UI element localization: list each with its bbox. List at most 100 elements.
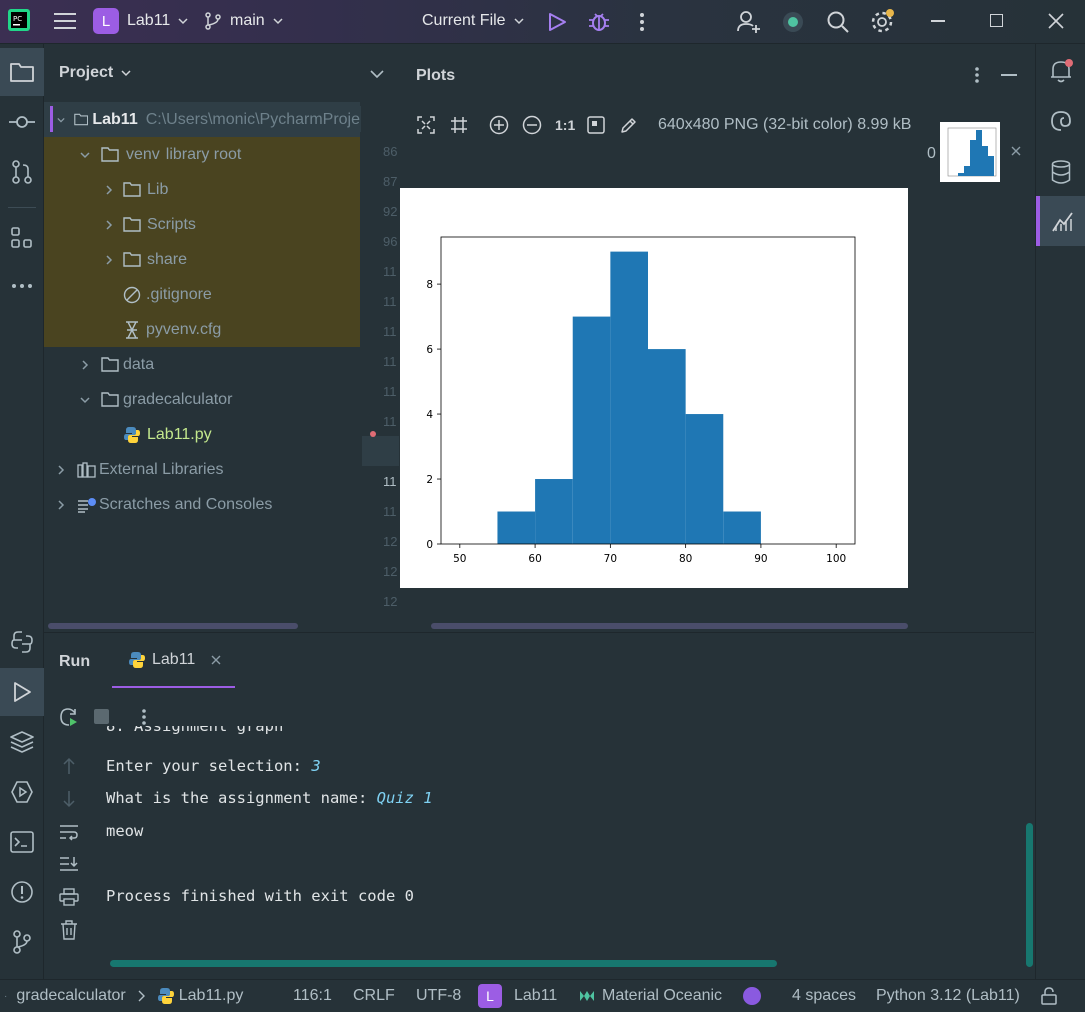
notifications-bell-icon[interactable]	[1049, 58, 1073, 84]
maximize-icon[interactable]	[990, 14, 1003, 27]
status-project[interactable]: L Lab11	[478, 980, 557, 1012]
git-icon[interactable]	[0, 918, 44, 966]
line-ending[interactable]: CRLF	[353, 980, 395, 1012]
project-tool-icon[interactable]	[0, 48, 44, 96]
debug-icon[interactable]	[588, 10, 610, 32]
close-plot-icon[interactable]	[1011, 146, 1021, 156]
file-encoding[interactable]: UTF-8	[416, 980, 461, 1012]
lock-icon[interactable]	[1041, 980, 1057, 1012]
ai-chat-icon[interactable]	[1050, 110, 1072, 132]
more-tools-icon[interactable]	[0, 262, 44, 310]
stop-icon[interactable]	[94, 709, 109, 724]
python-console-icon[interactable]	[0, 618, 44, 666]
plot-thumbnail[interactable]	[940, 122, 1000, 182]
console-line: Enter your selection: 3	[106, 757, 321, 775]
x-tick-label: 70	[604, 553, 617, 565]
tree-item-scratches[interactable]: Scratches and Consoles	[44, 487, 360, 522]
tree-item-label: Scratches and Consoles	[99, 495, 273, 513]
project-horizontal-scrollbar[interactable]	[48, 623, 298, 629]
breadcrumb-folder[interactable]: gradecalculator	[16, 987, 125, 1005]
tree-item-label: data	[123, 355, 155, 373]
run-more-icon[interactable]	[141, 708, 147, 726]
chevron-right-icon[interactable]	[104, 219, 114, 230]
console-output[interactable]: 8. Assignment graph Enter your selection…	[44, 726, 1024, 966]
branch-switcher[interactable]: main	[204, 12, 283, 30]
sciview-plots-button[interactable]	[1036, 196, 1085, 246]
database-icon[interactable]	[1051, 160, 1071, 184]
tree-item-lab11-py[interactable]: Lab11.py	[44, 417, 360, 452]
chevron-down-icon	[514, 18, 524, 25]
indent-setting[interactable]: 4 spaces	[792, 980, 856, 1012]
chevron-right-icon[interactable]	[104, 254, 114, 265]
chevron-right-icon[interactable]	[80, 359, 90, 370]
chevron-right-icon[interactable]	[56, 464, 66, 475]
tree-item-suffix: library root	[165, 145, 242, 163]
chevron-down-icon[interactable]	[57, 115, 65, 125]
chevron-right-icon[interactable]	[104, 184, 114, 195]
scratches-icon	[78, 497, 96, 513]
breakpoint-marker[interactable]	[370, 431, 376, 437]
commit-icon[interactable]	[0, 98, 44, 146]
services-icon[interactable]	[0, 768, 44, 816]
tree-item-label: Lib	[147, 180, 169, 198]
zoom-out-icon[interactable]	[522, 115, 542, 135]
main-menu-icon[interactable]	[54, 11, 76, 31]
run-tab-lab11[interactable]: Lab11	[112, 633, 235, 688]
project-panel-title: Project	[59, 64, 114, 81]
run-tool-icon[interactable]	[0, 668, 44, 716]
fit-zoom-icon[interactable]	[417, 116, 435, 134]
console-vertical-scrollbar[interactable]	[1026, 823, 1033, 967]
problems-icon[interactable]	[0, 868, 44, 916]
ai-assistant-icon[interactable]	[781, 10, 807, 36]
run-icon[interactable]	[546, 11, 568, 33]
folder-icon	[101, 357, 119, 372]
plots-options-icon[interactable]	[974, 66, 980, 84]
caret-position[interactable]: 116:1	[293, 980, 332, 1012]
pull-requests-icon[interactable]	[0, 148, 44, 196]
breadcrumb-file[interactable]: Lab11.py	[179, 987, 244, 1005]
plots-horizontal-scrollbar[interactable]	[431, 623, 908, 629]
tree-item-lab11-root[interactable]: Lab11 C:\Users\monic\PycharmProje	[44, 102, 360, 137]
image-background-icon[interactable]	[587, 116, 605, 134]
ai-status-icon[interactable]	[743, 980, 761, 1012]
search-icon[interactable]	[826, 10, 850, 34]
run-config-selector[interactable]: Current File	[422, 12, 524, 30]
chevron-right-icon[interactable]	[56, 499, 66, 510]
chevron-down-icon[interactable]	[80, 395, 90, 405]
tree-item-gradecalculator[interactable]: gradecalculator	[44, 382, 360, 417]
structure-icon[interactable]	[0, 214, 44, 262]
hide-panel-icon[interactable]	[1001, 74, 1017, 76]
color-picker-icon[interactable]	[620, 116, 638, 134]
close-icon[interactable]	[1048, 13, 1064, 29]
project-view-selector[interactable]: Project	[59, 64, 131, 82]
zoom-in-icon[interactable]	[489, 115, 509, 135]
more-actions-icon[interactable]	[639, 12, 645, 32]
actual-size-button[interactable]: 1:1	[555, 117, 575, 133]
terminal-icon[interactable]	[0, 818, 44, 866]
theme-indicator[interactable]: Material Oceanic	[579, 980, 722, 1012]
chevron-down-icon[interactable]	[80, 150, 90, 160]
tree-item-lib[interactable]: Lib	[44, 172, 360, 207]
tree-item-external-libraries[interactable]: External Libraries	[44, 452, 360, 487]
tree-item-share[interactable]: share	[44, 242, 360, 277]
status-bar: · gradecalculator Lab11.py 116:1 CRLF UT…	[0, 979, 1085, 1011]
rerun-icon[interactable]	[59, 707, 79, 727]
project-switcher[interactable]: L Lab11	[93, 8, 188, 34]
minimize-icon[interactable]	[931, 20, 945, 22]
chevron-down-icon[interactable]	[370, 69, 384, 79]
tree-item-data[interactable]: data	[44, 347, 360, 382]
tree-item-venv[interactable]: venv library root	[44, 137, 360, 172]
python-packages-icon[interactable]	[0, 718, 44, 766]
close-tab-icon[interactable]	[211, 655, 221, 665]
settings-gear-icon[interactable]	[870, 9, 896, 35]
add-user-icon[interactable]	[736, 9, 762, 35]
tree-item-scripts[interactable]: Scripts	[44, 207, 360, 242]
pycharm-logo-icon[interactable]: PC	[8, 9, 30, 31]
tree-item-pyvenv-cfg[interactable]: pyvenv.cfg	[44, 312, 360, 347]
grid-icon[interactable]	[450, 116, 468, 134]
histogram-bar	[497, 511, 536, 544]
gutter-line-number: 12	[383, 594, 398, 609]
tree-item-gitignore[interactable]: .gitignore	[44, 277, 360, 312]
console-horizontal-scrollbar[interactable]	[110, 960, 777, 967]
python-interpreter[interactable]: Python 3.12 (Lab11)	[876, 980, 1020, 1012]
